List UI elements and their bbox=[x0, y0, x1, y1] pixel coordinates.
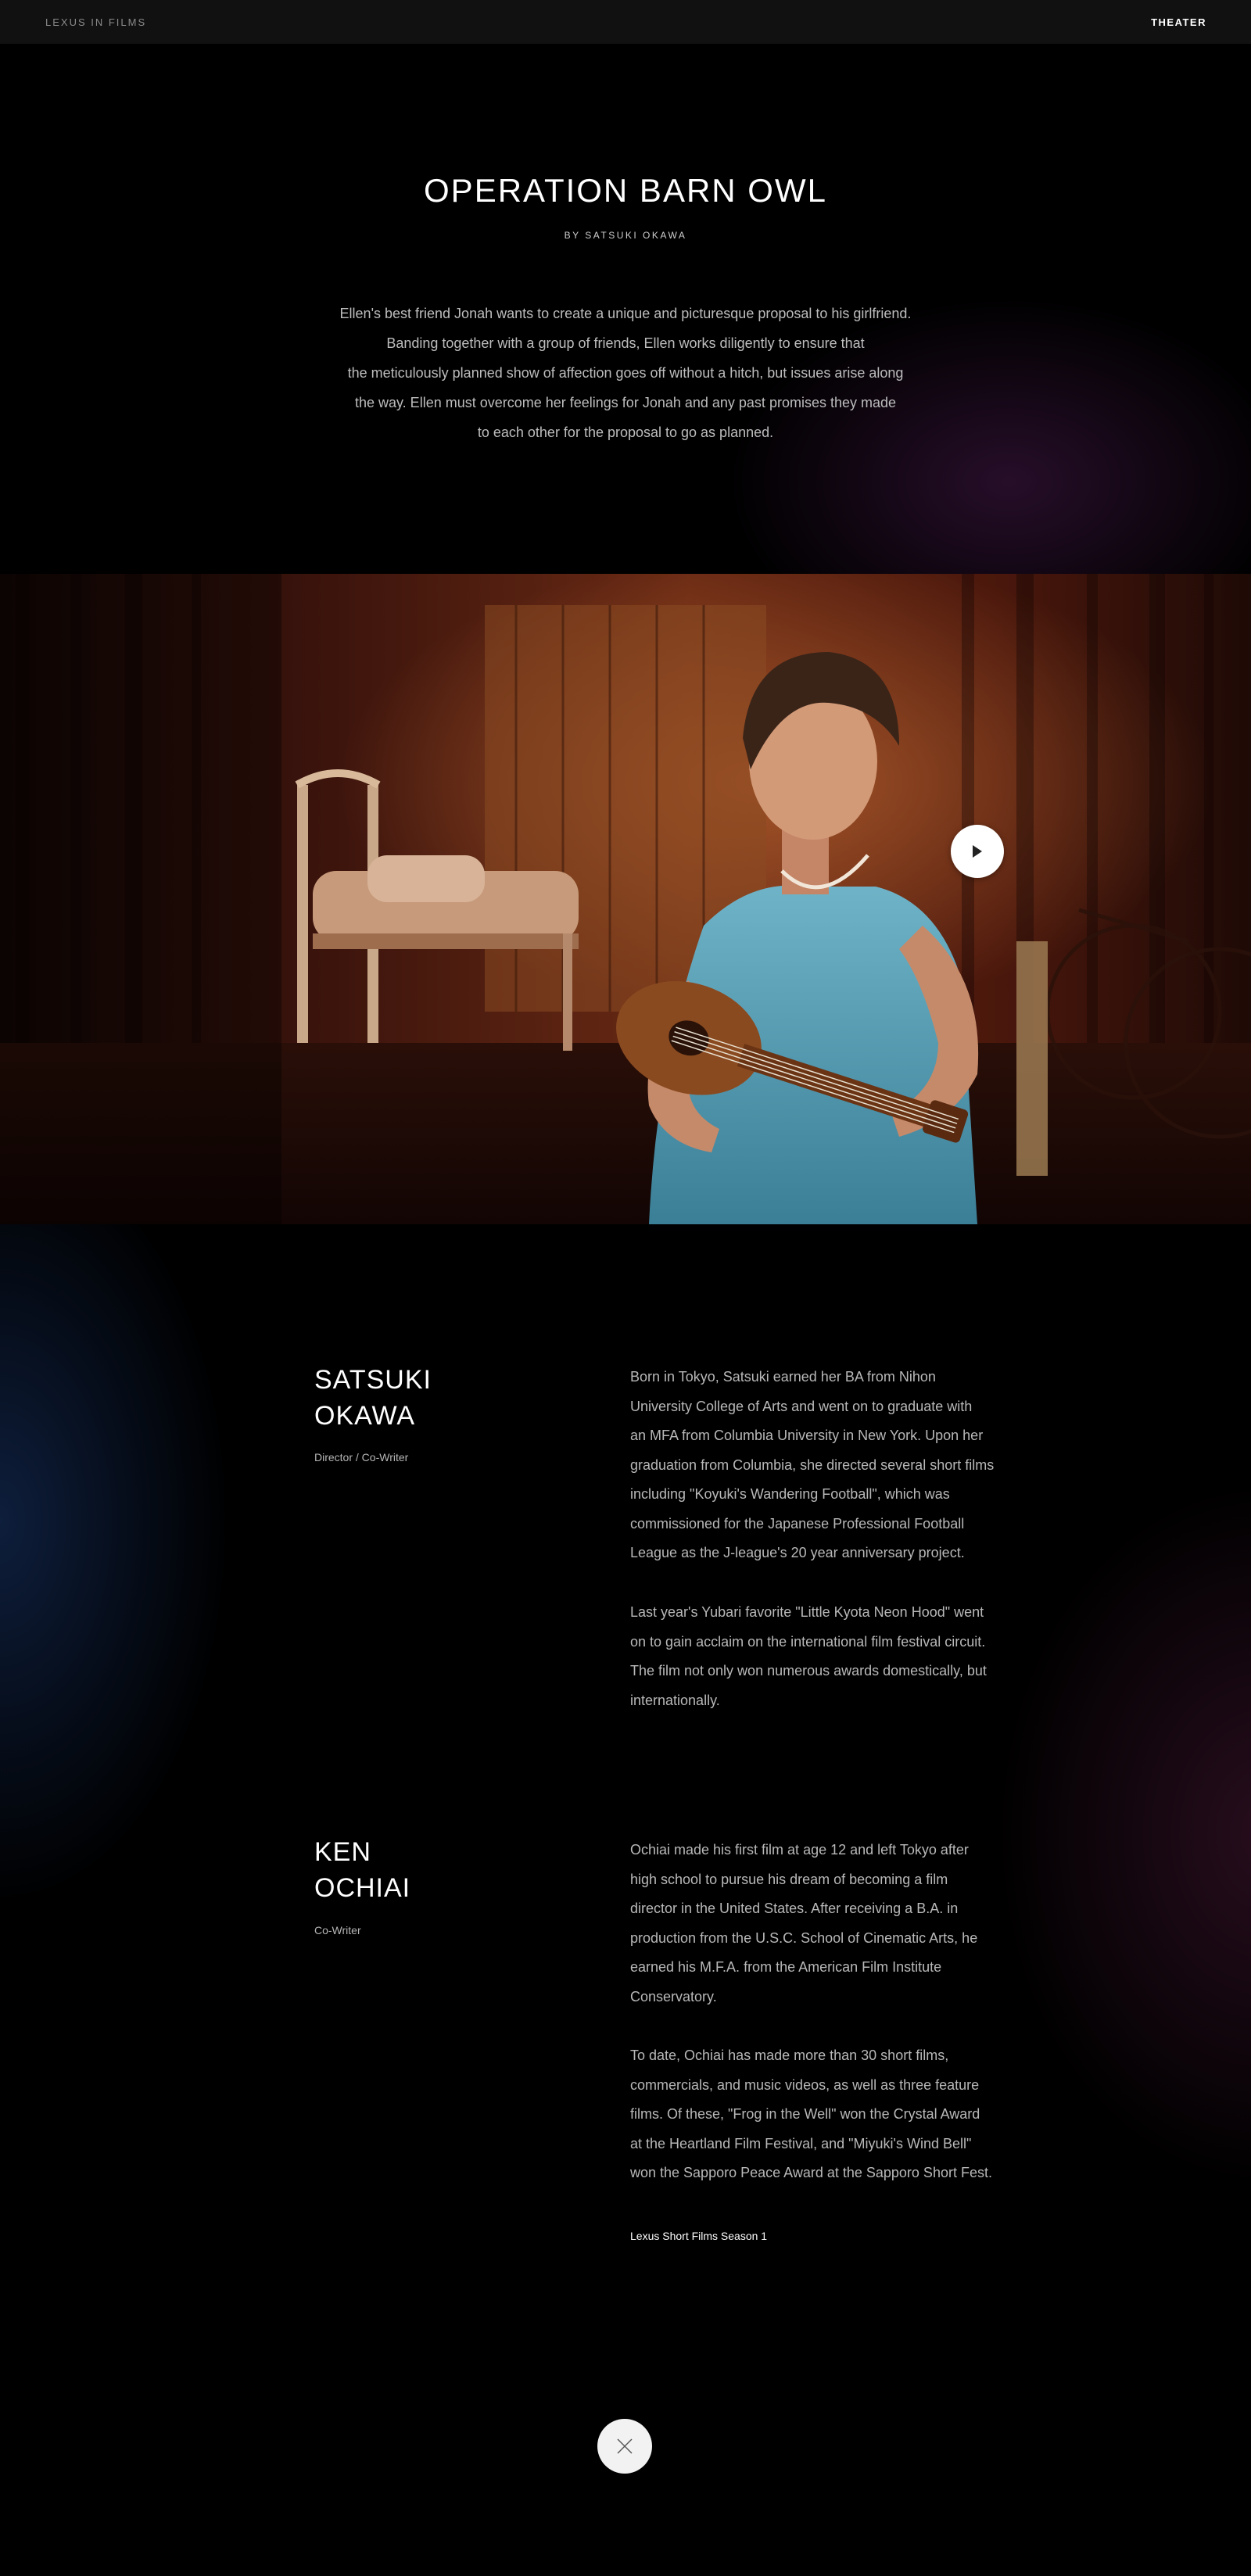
film-still-image bbox=[0, 574, 1251, 1224]
synopsis-line: Banding together with a group of friends… bbox=[386, 335, 865, 351]
bio-line: Ochiai made his first film at age 12 and… bbox=[630, 1842, 969, 1858]
bio-line: production from the U.S.C. School of Cin… bbox=[630, 1929, 978, 1946]
bio-line: director in the United States. After rec… bbox=[630, 1901, 959, 1916]
brand-logo-text[interactable]: LEXUS IN FILMS bbox=[45, 16, 146, 28]
synopsis-line: Ellen's best friend Jonah wants to creat… bbox=[339, 306, 912, 321]
bio-line: Conservatory. bbox=[630, 1988, 717, 2005]
film-video-still[interactable] bbox=[0, 574, 1251, 1224]
close-button[interactable] bbox=[597, 2419, 652, 2474]
synopsis-line: the way. Ellen must overcome her feeling… bbox=[354, 395, 897, 410]
bio-line: earned his M.F.A. from the American Film… bbox=[630, 1959, 942, 1975]
bio-role: Director / Co-Writer bbox=[314, 1451, 409, 1464]
bio-name-satsuki-okawa: SATSUKI OKAWA bbox=[314, 1362, 518, 1434]
bio-line: The film not only won numerous awards do… bbox=[630, 1663, 987, 1679]
bio-line: commissioned for the Japanese Profession… bbox=[630, 1515, 965, 1532]
bio-paragraph: Born in Tokyo, Satsuki earned her BA fro… bbox=[630, 1363, 1037, 1568]
bio-paragraph: Ochiai made his first film at age 12 and… bbox=[630, 1836, 1037, 2012]
bio-line: an MFA from Columbia University in New Y… bbox=[630, 1428, 984, 1443]
bio-line: high school to pursue his dream of becom… bbox=[630, 1871, 948, 1887]
bio-line: won the Sapporo Peace Award at the Sappo… bbox=[630, 2165, 992, 2180]
bio-line: on to gain acclaim on the international … bbox=[630, 1633, 986, 1650]
filmmaker-bios bbox=[0, 1224, 1251, 2576]
film-title: OPERATION BARN OWL bbox=[424, 172, 827, 209]
synopsis-line: the meticulously planned show of affecti… bbox=[347, 365, 904, 381]
synopsis-line: to each other for the proposal to go as … bbox=[477, 425, 774, 440]
film-byline: BY SATSUKI OKAWA bbox=[564, 230, 687, 241]
bio-line: League as the J-league's 20 year anniver… bbox=[630, 1545, 965, 1560]
bio-paragraph: Last year's Yubari favorite "Little Kyot… bbox=[630, 1598, 1037, 1715]
bio-name-line: SATSUKI bbox=[314, 1365, 432, 1395]
bio-line: films. Of these, "Frog in the Well" won … bbox=[630, 2106, 980, 2122]
bio-name-ken-ochiai: KEN OCHIAI bbox=[314, 1834, 518, 1906]
season-link[interactable]: Lexus Short Films Season 1 bbox=[630, 2230, 767, 2242]
bio-line: Born in Tokyo, Satsuki earned her BA fro… bbox=[630, 1369, 936, 1385]
bio-line: commercials, and music videos, as well a… bbox=[630, 2076, 980, 2093]
bio-paragraph: To date, Ochiai has made more than 30 sh… bbox=[630, 2041, 1037, 2188]
bio-line: graduation from Columbia, she directed s… bbox=[630, 1456, 995, 1473]
bio-line: Last year's Yubari favorite "Little Kyot… bbox=[630, 1604, 984, 1620]
nav-theater-link[interactable]: THEATER bbox=[1151, 16, 1206, 28]
close-icon bbox=[617, 2438, 633, 2454]
bio-line: University College of Arts and went on t… bbox=[630, 1398, 973, 1414]
bio-line: internationally. bbox=[630, 1692, 720, 1708]
bio-name-line: OKAWA bbox=[314, 1401, 416, 1431]
bio-role: Co-Writer bbox=[314, 1924, 361, 1936]
top-nav-bar: LEXUS IN FILMS THEATER bbox=[0, 0, 1251, 44]
film-synopsis: Ellen's best friend Jonah wants to creat… bbox=[309, 299, 942, 447]
play-icon bbox=[973, 845, 982, 858]
play-video-button[interactable] bbox=[951, 825, 1004, 878]
bio-line: To date, Ochiai has made more than 30 sh… bbox=[630, 2048, 949, 2063]
bio-line: at the Heartland Film Festival, and "Miy… bbox=[630, 2135, 972, 2151]
bio-name-line: OCHIAI bbox=[314, 1873, 411, 1903]
bio-line: including "Koyuki's Wandering Football",… bbox=[630, 1486, 950, 1502]
film-hero: OPERATION BARN OWL BY SATSUKI OKAWA Elle… bbox=[0, 44, 1251, 574]
bio-name-line: KEN bbox=[314, 1837, 371, 1867]
